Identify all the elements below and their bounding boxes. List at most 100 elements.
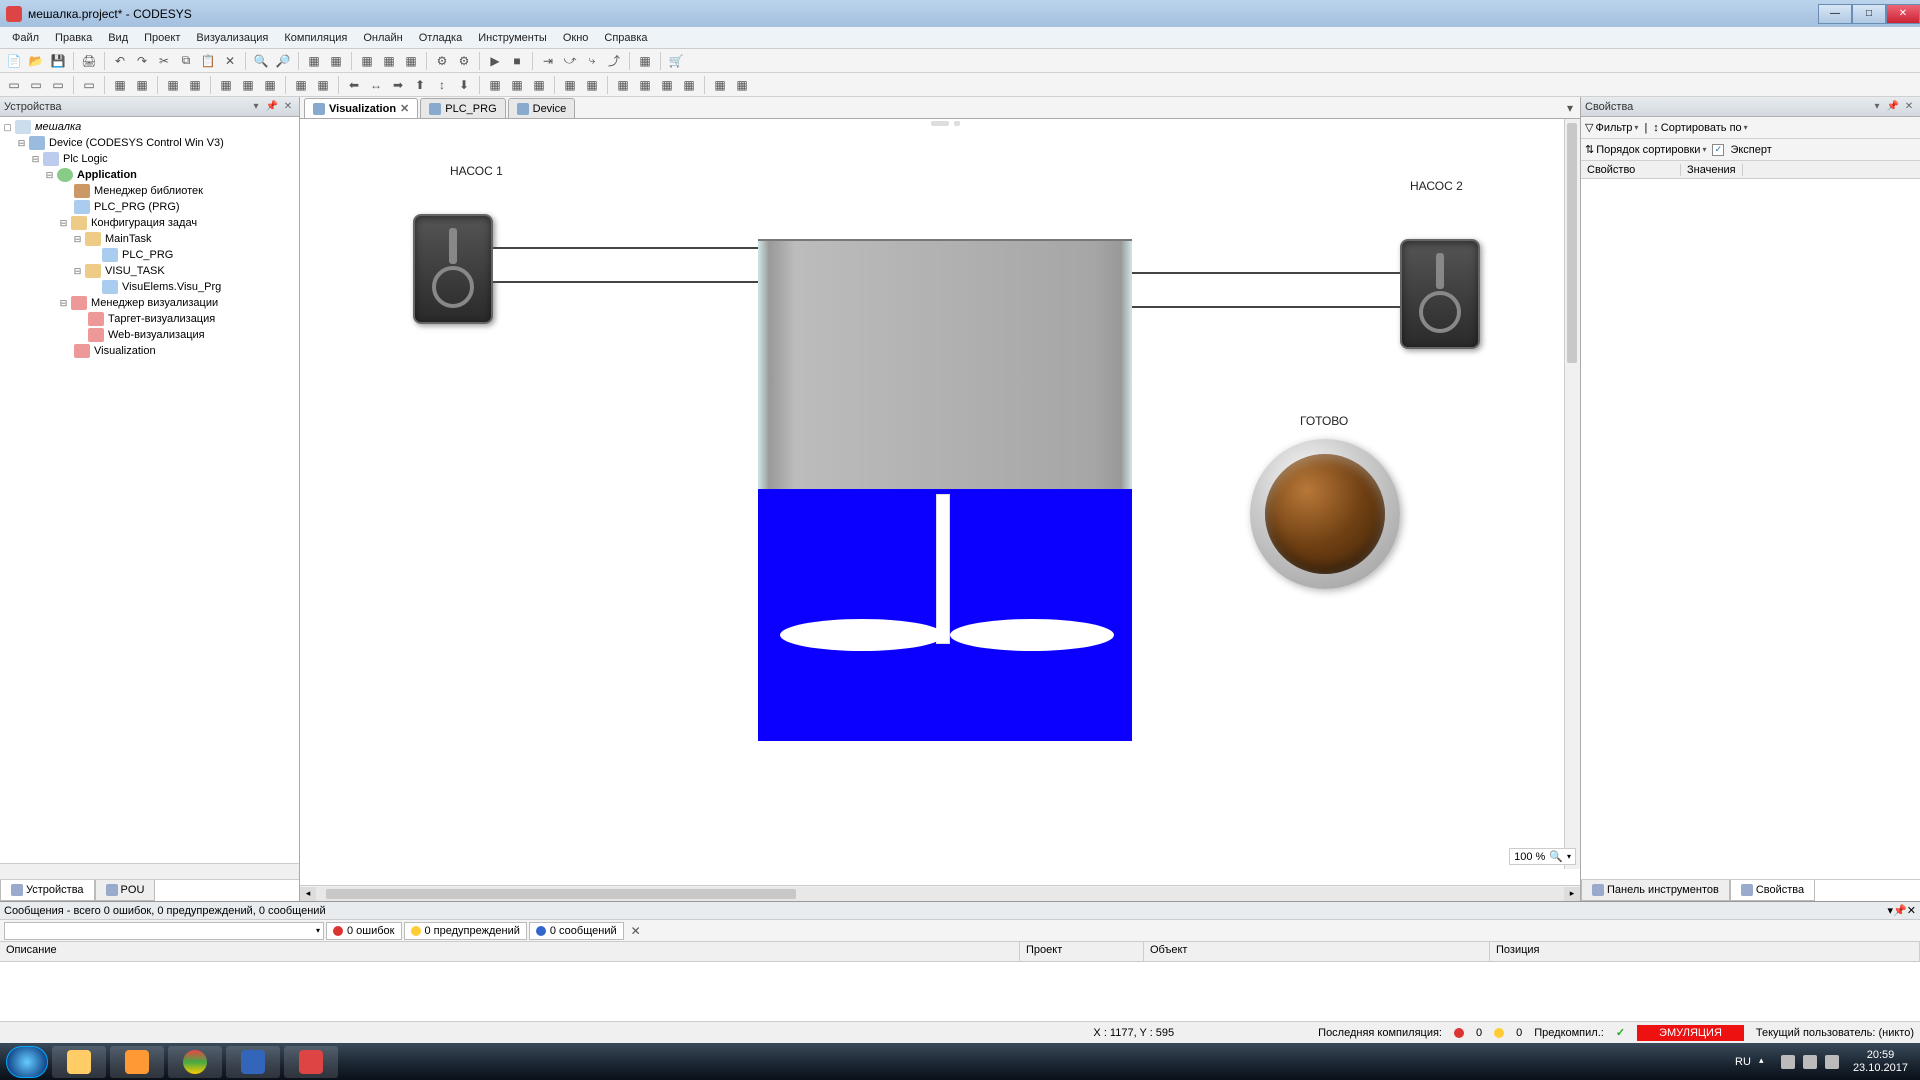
viz-tb-20[interactable]: ▦ [635, 75, 655, 95]
viz-tb-6[interactable]: ▦ [132, 75, 152, 95]
viz-tb-12[interactable]: ▦ [291, 75, 311, 95]
filter-button[interactable]: ▽Фильтр▾ [1585, 121, 1638, 134]
save-icon[interactable]: 💾 [48, 51, 68, 71]
menu-visualization[interactable]: Визуализация [188, 30, 276, 46]
viz-tb-10[interactable]: ▦ [238, 75, 258, 95]
viz-tb-5[interactable]: ▦ [110, 75, 130, 95]
col-property[interactable]: Свойство [1581, 164, 1681, 176]
new-icon[interactable]: 📄 [4, 51, 24, 71]
menu-tools[interactable]: Инструменты [470, 30, 555, 46]
expand-icon[interactable]: ⊟ [30, 154, 41, 165]
tree-taskcfg[interactable]: Конфигурация задач [89, 217, 199, 229]
viz-tb-4[interactable]: ▭ [79, 75, 99, 95]
panel-pin-icon[interactable]: 📌 [265, 100, 279, 114]
tb-btn-4[interactable]: ▦ [379, 51, 399, 71]
tray-volume-icon[interactable] [1825, 1055, 1839, 1069]
viz-tb-13[interactable]: ▦ [313, 75, 333, 95]
tb-btn-1[interactable]: ▦ [304, 51, 324, 71]
menu-online[interactable]: Онлайн [355, 30, 410, 46]
tree-root[interactable]: мешалка [33, 121, 83, 133]
tb-btn-5[interactable]: ▦ [401, 51, 421, 71]
col-value[interactable]: Значения [1681, 164, 1743, 176]
expand-icon[interactable]: ⊟ [72, 266, 83, 277]
sort-order-button[interactable]: ⇅Порядок сортировки▾ [1585, 143, 1706, 156]
visualization-canvas[interactable]: НАСОС 1 НАСОС 2 ГОТОВО [300, 119, 1580, 885]
menu-project[interactable]: Проект [136, 30, 188, 46]
tab-device[interactable]: Device [508, 98, 576, 118]
zoom-indicator[interactable]: 100 %🔍▾ [1509, 848, 1576, 865]
tree-scrollbar[interactable] [0, 863, 299, 879]
tree-device[interactable]: Device (CODESYS Control Win V3) [47, 137, 226, 149]
task-media[interactable] [110, 1046, 164, 1078]
tree-visutask[interactable]: VISU_TASK [103, 265, 167, 277]
viz-tb-11[interactable]: ▦ [260, 75, 280, 95]
tab-pou[interactable]: POU [95, 880, 156, 901]
panel-menu-icon[interactable]: ▾ [1870, 100, 1884, 114]
tree-plcprg[interactable]: PLC_PRG (PRG) [92, 201, 182, 213]
viz-tb-15[interactable]: ▦ [507, 75, 527, 95]
lamp-ready[interactable] [1250, 439, 1400, 589]
task-codesys[interactable] [284, 1046, 338, 1078]
tree-maintask[interactable]: MainTask [103, 233, 153, 245]
align-left-icon[interactable]: ⬅ [344, 75, 364, 95]
run-icon[interactable]: ▶ [485, 51, 505, 71]
viz-tb-22[interactable]: ▦ [679, 75, 699, 95]
tb-btn-3[interactable]: ▦ [357, 51, 377, 71]
warnings-filter[interactable]: 0 предупреждений [404, 922, 527, 940]
viz-tb-3[interactable]: ▭ [48, 75, 68, 95]
panel-pin-icon[interactable]: 📌 [1893, 904, 1907, 917]
findnext-icon[interactable]: 🔎 [273, 51, 293, 71]
messages-filter[interactable]: 0 сообщений [529, 922, 624, 940]
align-right-icon[interactable]: ➡ [388, 75, 408, 95]
viz-tb-24[interactable]: ▦ [732, 75, 752, 95]
task-word[interactable] [226, 1046, 280, 1078]
stepin-icon[interactable]: ⤷ [582, 51, 602, 71]
menu-file[interactable]: Файл [4, 30, 47, 46]
align-center-icon[interactable]: ↔ [366, 75, 386, 95]
expert-checkbox[interactable]: ✓ [1712, 144, 1724, 156]
open-icon[interactable]: 📂 [26, 51, 46, 71]
sort-button[interactable]: ↕Сортировать по▾ [1653, 122, 1747, 134]
tree-libmgr[interactable]: Менеджер библиотек [92, 185, 205, 197]
close-button[interactable]: ✕ [1886, 4, 1920, 24]
tb-btn-2[interactable]: ▦ [326, 51, 346, 71]
maximize-button[interactable]: □ [1852, 4, 1886, 24]
viz-tb-16[interactable]: ▦ [529, 75, 549, 95]
viz-tb-7[interactable]: ▦ [163, 75, 183, 95]
expand-icon[interactable]: ⊟ [72, 234, 83, 245]
expand-icon[interactable]: ▢ [2, 122, 13, 133]
device-tree[interactable]: ▢ мешалка ⊟ Device (CODESYS Control Win V3… [0, 117, 299, 863]
menu-build[interactable]: Компиляция [276, 30, 355, 46]
align-middle-icon[interactable]: ↕ [432, 75, 452, 95]
tree-vismgr[interactable]: Менеджер визуализации [89, 297, 220, 309]
col-project[interactable]: Проект [1020, 942, 1144, 961]
col-object[interactable]: Объект [1144, 942, 1490, 961]
tree-application[interactable]: Application [75, 169, 139, 181]
tabs-menu-icon[interactable]: ▾ [1560, 98, 1580, 118]
tab-toolpanel[interactable]: Панель инструментов [1581, 880, 1730, 901]
expand-icon[interactable]: ⊟ [58, 218, 69, 229]
tab-plcprg[interactable]: PLC_PRG [420, 98, 505, 118]
logout-icon[interactable]: ⚙ [454, 51, 474, 71]
find-icon[interactable]: 🔍 [251, 51, 271, 71]
menu-window[interactable]: Окно [555, 30, 597, 46]
viz-tb-8[interactable]: ▦ [185, 75, 205, 95]
tree-visualization[interactable]: Visualization [92, 345, 158, 357]
viz-tb-18[interactable]: ▦ [582, 75, 602, 95]
expand-icon[interactable]: ⊟ [44, 170, 55, 181]
viz-tb-19[interactable]: ▦ [613, 75, 633, 95]
switch-pump2[interactable] [1400, 239, 1480, 349]
undo-icon[interactable]: ↶ [110, 51, 130, 71]
viz-tb-23[interactable]: ▦ [710, 75, 730, 95]
clear-messages-icon[interactable]: ✕ [626, 921, 646, 941]
task-explorer[interactable] [52, 1046, 106, 1078]
tab-devices[interactable]: Устройства [0, 880, 95, 901]
canvas-vscrollbar[interactable] [1564, 119, 1580, 869]
menu-view[interactable]: Вид [100, 30, 136, 46]
menu-edit[interactable]: Правка [47, 30, 100, 46]
copy-icon[interactable]: ⧉ [176, 51, 196, 71]
viz-tb-17[interactable]: ▦ [560, 75, 580, 95]
language-indicator[interactable]: RU [1735, 1056, 1751, 1068]
tray-icon[interactable]: ▴ [1759, 1055, 1773, 1069]
panel-close-icon[interactable]: ✕ [1902, 100, 1916, 114]
